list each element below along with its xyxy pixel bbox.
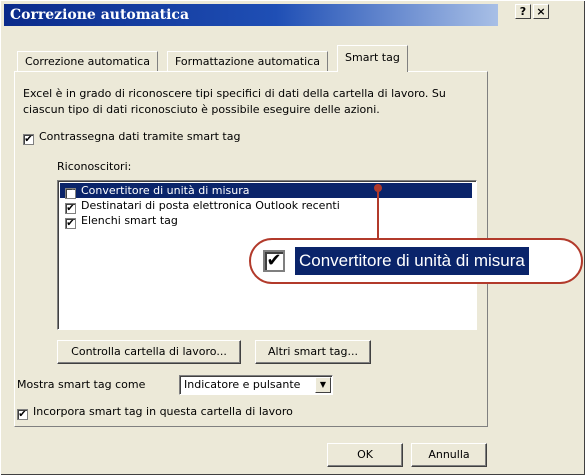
list-item-label: Elenchi smart tag [81,214,178,227]
help-button[interactable]: ? [515,4,531,19]
chevron-down-icon[interactable]: ▼ [315,377,331,393]
zoom-callout: ✔ Convertitore di unità di misura [249,238,583,284]
recognizers-label: Riconoscitori: [57,160,132,173]
label-data-checkbox-row[interactable]: ✔ Contrassegna dati tramite smart tag [23,130,240,145]
cancel-button[interactable]: Annulla [411,443,487,467]
tab-correzione-automatica[interactable]: Correzione automatica [17,51,158,71]
list-item[interactable]: ✔ Convertitore di unità di misura [60,183,472,199]
check-workbook-button[interactable]: Controlla cartella di lavoro... [57,340,241,364]
embed-checkbox[interactable]: ✔ [17,409,28,420]
autocorrect-dialog: Correzione automatica ? × Correzione aut… [0,0,586,476]
tab-formattazione-automatica[interactable]: Formattazione automatica [167,51,328,71]
show-as-select[interactable]: Indicatore e pulsante ▼ [179,375,333,395]
dialog-title: Correzione automatica [10,7,190,23]
list-item-label: Convertitore di unità di misura [81,184,250,197]
description-text: Excel è in grado di riconoscere tipi spe… [23,87,446,116]
embed-checkbox-row[interactable]: ✔ Incorpora smart tag in questa cartella … [17,405,293,420]
ok-button[interactable]: OK [327,443,403,467]
callout-label: Convertitore di unità di misura [295,247,529,275]
title-bar[interactable]: Correzione automatica [4,4,498,26]
more-smart-tags-button[interactable]: Altri smart tag... [255,340,371,364]
embed-label: Incorpora smart tag in questa cartella d… [33,405,293,418]
show-as-value: Indicatore e pulsante [184,378,301,391]
show-as-label: Mostra smart tag come [17,378,146,391]
tab-smart-tag[interactable]: Smart tag [337,45,408,72]
close-button[interactable]: × [533,4,549,19]
list-item-label: Destinatari di posta elettronica Outlook… [81,199,340,212]
callout-content: ✔ Convertitore di unità di misura [263,246,575,276]
callout-checkbox: ✔ [263,250,285,272]
label-data-text: Contrassegna dati tramite smart tag [39,130,241,143]
list-item-checkbox[interactable]: ✔ [65,218,76,229]
list-item[interactable]: ✔ Destinatari di posta elettronica Outloo… [60,198,472,214]
label-data-checkbox[interactable]: ✔ [23,134,34,145]
list-item[interactable]: ✔ Elenchi smart tag [60,213,472,229]
callout-connector [377,188,379,238]
